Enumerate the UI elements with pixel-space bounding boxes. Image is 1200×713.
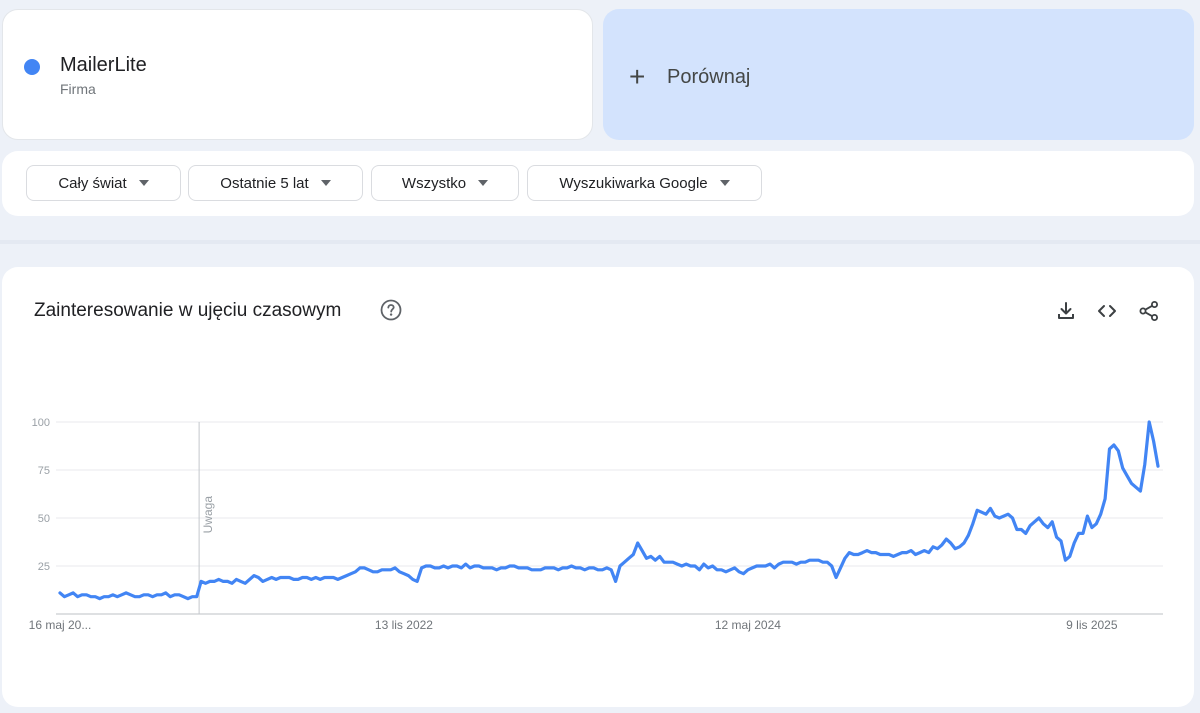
category-dropdown[interactable]: Wszystko — [371, 165, 519, 201]
y-tick-label: 75 — [38, 465, 50, 477]
download-icon[interactable] — [1055, 300, 1077, 322]
y-tick-label: 100 — [32, 417, 50, 429]
region-filter-dropdown[interactable]: Cały świat — [26, 165, 181, 201]
search-property-label: Wyszukiwarka Google — [559, 174, 708, 192]
x-tick-label: 16 maj 20... — [29, 618, 92, 632]
search-term-name: MailerLite — [60, 54, 147, 76]
x-tick-label: 9 lis 2025 — [1066, 618, 1118, 632]
x-tick-label: 13 lis 2022 — [375, 618, 433, 632]
caret-down-icon — [320, 180, 331, 186]
share-icon[interactable] — [1138, 300, 1160, 322]
chart-title: Zainteresowanie w ujęciu czasowym — [34, 300, 342, 321]
help-icon[interactable] — [380, 299, 402, 321]
compare-label: Porównaj — [667, 66, 751, 88]
caret-down-icon — [719, 180, 730, 186]
search-term-type: Firma — [60, 81, 96, 97]
section-divider — [0, 240, 1200, 244]
time-range-dropdown[interactable]: Ostatnie 5 lat — [188, 165, 363, 201]
embed-code-icon[interactable] — [1096, 300, 1118, 322]
caret-down-icon — [138, 180, 149, 186]
plus-icon: + — [629, 61, 646, 92]
caret-down-icon — [478, 180, 489, 186]
y-tick-label: 25 — [38, 561, 50, 573]
time-range-label: Ostatnie 5 lat — [220, 174, 309, 192]
category-label: Wszystko — [401, 174, 467, 192]
x-tick-label: 12 maj 2024 — [715, 618, 781, 632]
interest-line-chart: 25 50 75 100 16 maj 20... 13 lis 2022 12 maj 2… — [29, 417, 1163, 632]
annotation-label: Uwaga — [201, 496, 215, 534]
region-filter-label: Cały świat — [58, 174, 127, 192]
series-color-dot — [24, 59, 40, 75]
y-tick-label: 50 — [38, 513, 50, 525]
series-line — [58, 420, 1160, 601]
search-property-dropdown[interactable]: Wyszukiwarka Google — [527, 165, 762, 201]
